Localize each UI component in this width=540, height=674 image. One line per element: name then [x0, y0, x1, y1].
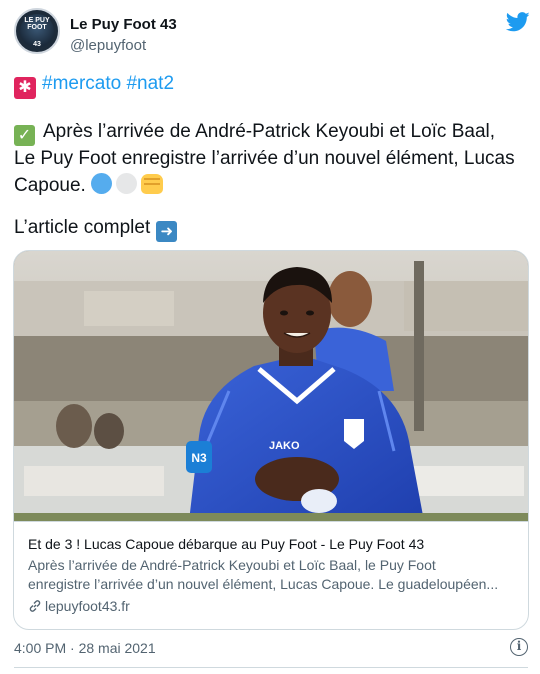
avatar-wordmark: LE PUY FOOT	[24, 17, 50, 31]
card-title[interactable]: Et de 3 ! Lucas Capoue débarque au Puy F…	[28, 535, 514, 554]
tweet-text-line-2: Le Puy Foot enregistre l’arrivée d’un no…	[14, 148, 515, 169]
link-icon	[29, 600, 41, 612]
twitter-bird-icon[interactable]	[506, 12, 530, 32]
white-circle-icon	[115, 173, 137, 194]
tweet-text-line-1: ✓ Après l’arrivée de André-Patrick Keyoub…	[14, 118, 495, 146]
hashtag-line: ✱ #mercato #nat2	[14, 70, 174, 99]
link-card[interactable]: N3 JAKO Et de 3 ! Lucas Capoue débarque …	[13, 250, 529, 630]
card-domain[interactable]: lepuyfoot43.fr	[28, 597, 514, 616]
divider	[14, 667, 528, 668]
hashtag-nat2[interactable]: #nat2	[126, 73, 174, 94]
tweet-text-line-4: L’article complet ➜	[14, 214, 178, 242]
tweet-text-3: Capoue.	[14, 175, 86, 196]
white-check-mark-icon: ✓	[14, 125, 35, 146]
tweet-text-line-3: Capoue.	[14, 172, 163, 199]
sleeve-badge: N3	[191, 451, 207, 465]
tweet-header: LE PUY FOOT 43 Le Puy Foot 43 @lepuyfoot	[14, 8, 530, 60]
info-icon[interactable]: i	[510, 638, 528, 656]
right-arrow-icon: ➜	[156, 221, 178, 242]
avatar[interactable]: LE PUY FOOT 43	[14, 8, 60, 54]
oncoming-fist-icon	[140, 174, 163, 194]
account-handle[interactable]: @lepuyfoot	[70, 37, 146, 54]
card-description-line-1: Après l’arrivée de André-Patrick Keyoubi…	[28, 557, 436, 573]
timestamp[interactable]: 4:00 PM · 28 mai 2021	[14, 640, 156, 656]
card-domain-text[interactable]: lepuyfoot43.fr	[45, 598, 130, 614]
player-photo: N3 JAKO	[14, 251, 528, 521]
jersey-sponsor: JAKO	[269, 440, 300, 452]
card-text[interactable]: Et de 3 ! Lucas Capoue débarque au Puy F…	[14, 521, 528, 629]
card-description: Après l’arrivée de André-Patrick Keyoubi…	[28, 556, 514, 594]
hashtag-mercato[interactable]: #mercato	[42, 73, 121, 94]
article-text: L’article complet	[14, 217, 151, 238]
account-name[interactable]: Le Puy Foot 43	[70, 16, 177, 33]
blue-circle-icon	[90, 173, 112, 194]
rotating-light-icon: ✱	[14, 77, 36, 99]
avatar-number: 43	[33, 41, 41, 48]
card-photo[interactable]: N3 JAKO	[14, 251, 528, 521]
card-description-line-2: enregistre l’arrivée d’un nouvel élément…	[28, 576, 499, 592]
tweet-text-1: Après l’arrivée de André-Patrick Keyoubi…	[43, 121, 496, 142]
